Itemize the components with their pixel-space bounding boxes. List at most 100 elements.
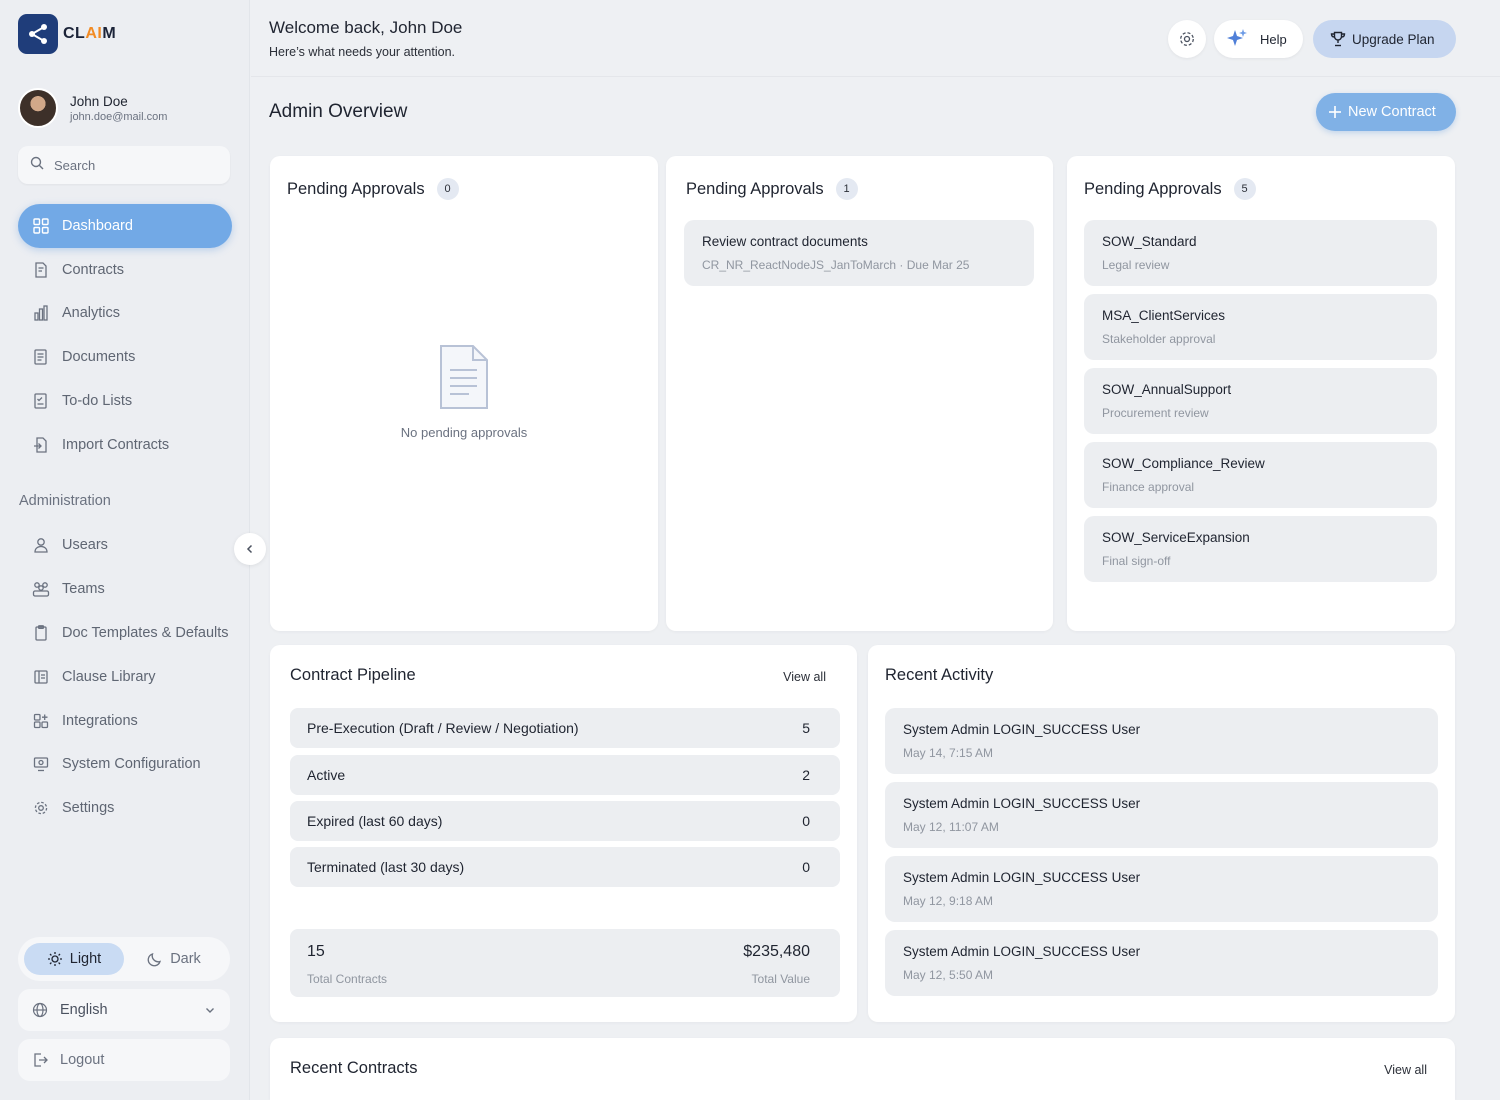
user-email: john.doe@mail.com bbox=[70, 110, 168, 123]
sidebar-item-label: Clause Library bbox=[62, 669, 156, 685]
sidebar-item-users[interactable]: Usears bbox=[18, 523, 232, 567]
activity-item-time: May 12, 9:18 AM bbox=[903, 894, 994, 908]
sidebar-item-system-configuration[interactable]: System Configuration bbox=[18, 742, 232, 786]
pipeline-row-count: 2 bbox=[802, 767, 810, 783]
pipeline-row-count: 0 bbox=[802, 859, 810, 875]
language-select[interactable]: English bbox=[18, 989, 230, 1031]
theme-dark-label: Dark bbox=[170, 951, 201, 967]
header-divider bbox=[251, 76, 1500, 77]
approval-item[interactable]: Review contract documents CR_NR_ReactNod… bbox=[684, 220, 1034, 286]
pipeline-row-label: Pre-Execution (Draft / Review / Negotiat… bbox=[307, 720, 579, 736]
sidebar-collapse-button[interactable] bbox=[234, 533, 266, 565]
sidebar-item-analytics[interactable]: Analytics bbox=[18, 291, 232, 335]
approval-item-detail: Finance approval bbox=[1102, 480, 1195, 494]
avatar bbox=[18, 88, 58, 128]
approval-item-detail: Final sign-off bbox=[1102, 554, 1171, 568]
sidebar-item-label: Integrations bbox=[62, 713, 138, 729]
card-title: Pending Approvals 1 bbox=[686, 178, 858, 200]
contract-pipeline-card: Contract Pipeline View all Pre-Execution… bbox=[270, 645, 857, 1022]
activity-item[interactable]: System Admin LOGIN_SUCCESS User May 12, … bbox=[885, 782, 1438, 848]
count-badge: 5 bbox=[1233, 178, 1256, 200]
help-button[interactable]: Help bbox=[1214, 20, 1303, 58]
activity-item-time: May 12, 11:07 AM bbox=[903, 820, 999, 834]
sidebar-item-todo[interactable]: To-do Lists bbox=[18, 379, 232, 423]
pipeline-totals: 15 Total Contracts $235,480 Total Value bbox=[290, 929, 840, 997]
sidebar-item-import-contracts[interactable]: Import Contracts bbox=[18, 423, 232, 467]
approval-item[interactable]: SOW_ServiceExpansion Final sign-off bbox=[1084, 516, 1437, 582]
card-title: Pending Approvals 0 bbox=[287, 178, 459, 200]
help-label: Help bbox=[1260, 31, 1287, 47]
approval-item[interactable]: SOW_Compliance_Review Finance approval bbox=[1084, 442, 1437, 508]
activity-item[interactable]: System Admin LOGIN_SUCCESS User May 12, … bbox=[885, 856, 1438, 922]
pipeline-row[interactable]: Terminated (last 30 days) 0 bbox=[290, 847, 840, 887]
sidebar-item-clause-library[interactable]: Clause Library bbox=[18, 655, 232, 699]
theme-light-label: Light bbox=[69, 951, 102, 967]
pipeline-row-label: Active bbox=[307, 767, 346, 783]
bar-chart-icon bbox=[32, 304, 50, 322]
sidebar-item-label: Import Contracts bbox=[62, 437, 170, 453]
card-title: Contract Pipeline bbox=[290, 666, 416, 684]
recent-contracts-view-all-link[interactable]: View all bbox=[1384, 1063, 1427, 1077]
approval-item-title: SOW_Compliance_Review bbox=[1102, 456, 1265, 471]
sidebar-item-label: System Configuration bbox=[62, 756, 201, 772]
new-contract-label: New Contract bbox=[1348, 104, 1436, 120]
gear-icon bbox=[1180, 32, 1194, 46]
sidebar-item-contracts[interactable]: Contracts bbox=[18, 248, 232, 292]
welcome-subtitle: Here’s what needs your attention. bbox=[269, 45, 455, 59]
user-icon bbox=[32, 536, 50, 554]
theme-dark-button[interactable]: Dark bbox=[124, 943, 224, 975]
activity-item-title: System Admin LOGIN_SUCCESS User bbox=[903, 722, 1141, 737]
user-profile[interactable]: John Doe john.doe@mail.com bbox=[18, 88, 167, 128]
pipeline-row[interactable]: Expired (last 60 days) 0 bbox=[290, 801, 840, 841]
approval-item[interactable]: SOW_Standard Legal review bbox=[1084, 220, 1437, 286]
sidebar-item-documents[interactable]: Documents bbox=[18, 335, 232, 379]
pipeline-view-all-link[interactable]: View all bbox=[783, 670, 826, 684]
new-contract-button[interactable]: New Contract bbox=[1316, 93, 1456, 131]
sidebar-item-settings[interactable]: Settings bbox=[18, 786, 232, 830]
pending-approvals-card-2: Pending Approvals 1 Review contract docu… bbox=[666, 156, 1053, 631]
sun-icon bbox=[47, 952, 62, 966]
approval-item[interactable]: SOW_AnnualSupport Procurement review bbox=[1084, 368, 1437, 434]
moon-icon bbox=[147, 953, 162, 967]
settings-button[interactable] bbox=[1168, 20, 1206, 58]
activity-item[interactable]: System Admin LOGIN_SUCCESS User May 14, … bbox=[885, 708, 1438, 774]
approval-item-detail: CR_NR_ReactNodeJS_JanToMarch · Due Mar 2… bbox=[702, 258, 970, 272]
approval-item[interactable]: MSA_ClientServices Stakeholder approval bbox=[1084, 294, 1437, 360]
sidebar-item-teams[interactable]: Teams bbox=[18, 567, 232, 611]
globe-icon bbox=[32, 1002, 48, 1018]
team-icon bbox=[32, 580, 50, 598]
card-title: Recent Contracts bbox=[290, 1059, 418, 1077]
app-logo[interactable]: CLAIM bbox=[18, 14, 116, 54]
sidebar-item-integrations[interactable]: Integrations bbox=[18, 699, 232, 743]
user-name: John Doe bbox=[70, 93, 128, 109]
pending-approvals-card-3: Pending Approvals 5 SOW_Standard Legal r… bbox=[1067, 156, 1455, 631]
activity-item-time: May 14, 7:15 AM bbox=[903, 746, 994, 760]
template-icon bbox=[32, 624, 50, 642]
search-placeholder: Search bbox=[54, 157, 96, 173]
sidebar-item-doc-templates[interactable]: Doc Templates & Defaults bbox=[18, 611, 232, 655]
theme-light-button[interactable]: Light bbox=[24, 943, 124, 975]
approval-item-detail: Legal review bbox=[1102, 258, 1170, 272]
upgrade-plan-button[interactable]: Upgrade Plan bbox=[1313, 20, 1456, 58]
document-edit-icon bbox=[32, 261, 50, 279]
approval-item-detail: Procurement review bbox=[1102, 406, 1209, 420]
logout-button[interactable]: Logout bbox=[18, 1039, 230, 1081]
sidebar-item-dashboard[interactable]: Dashboard bbox=[18, 204, 232, 248]
activity-item[interactable]: System Admin LOGIN_SUCCESS User May 12, … bbox=[885, 930, 1438, 996]
pipeline-row[interactable]: Pre-Execution (Draft / Review / Negotiat… bbox=[290, 708, 840, 748]
pipeline-row-label: Terminated (last 30 days) bbox=[307, 859, 465, 875]
recent-contracts-card: Recent Contracts View all bbox=[270, 1038, 1455, 1100]
approval-item-title: Review contract documents bbox=[702, 234, 868, 249]
approval-item-title: SOW_Standard bbox=[1102, 234, 1197, 249]
sidebar-item-label: To-do Lists bbox=[62, 393, 133, 409]
card-title: Recent Activity bbox=[885, 666, 994, 684]
pipeline-row-count: 0 bbox=[802, 813, 810, 829]
recent-activity-card: Recent Activity System Admin LOGIN_SUCCE… bbox=[868, 645, 1455, 1022]
approval-item-title: MSA_ClientServices bbox=[1102, 308, 1226, 323]
approval-item-title: SOW_ServiceExpansion bbox=[1102, 530, 1250, 545]
approval-item-title: SOW_AnnualSupport bbox=[1102, 382, 1232, 397]
pipeline-row[interactable]: Active 2 bbox=[290, 755, 840, 795]
pending-approvals-card-1: Pending Approvals 0 No pending approvals bbox=[270, 156, 658, 631]
library-icon bbox=[32, 668, 50, 686]
search-input[interactable]: Search bbox=[18, 146, 230, 184]
